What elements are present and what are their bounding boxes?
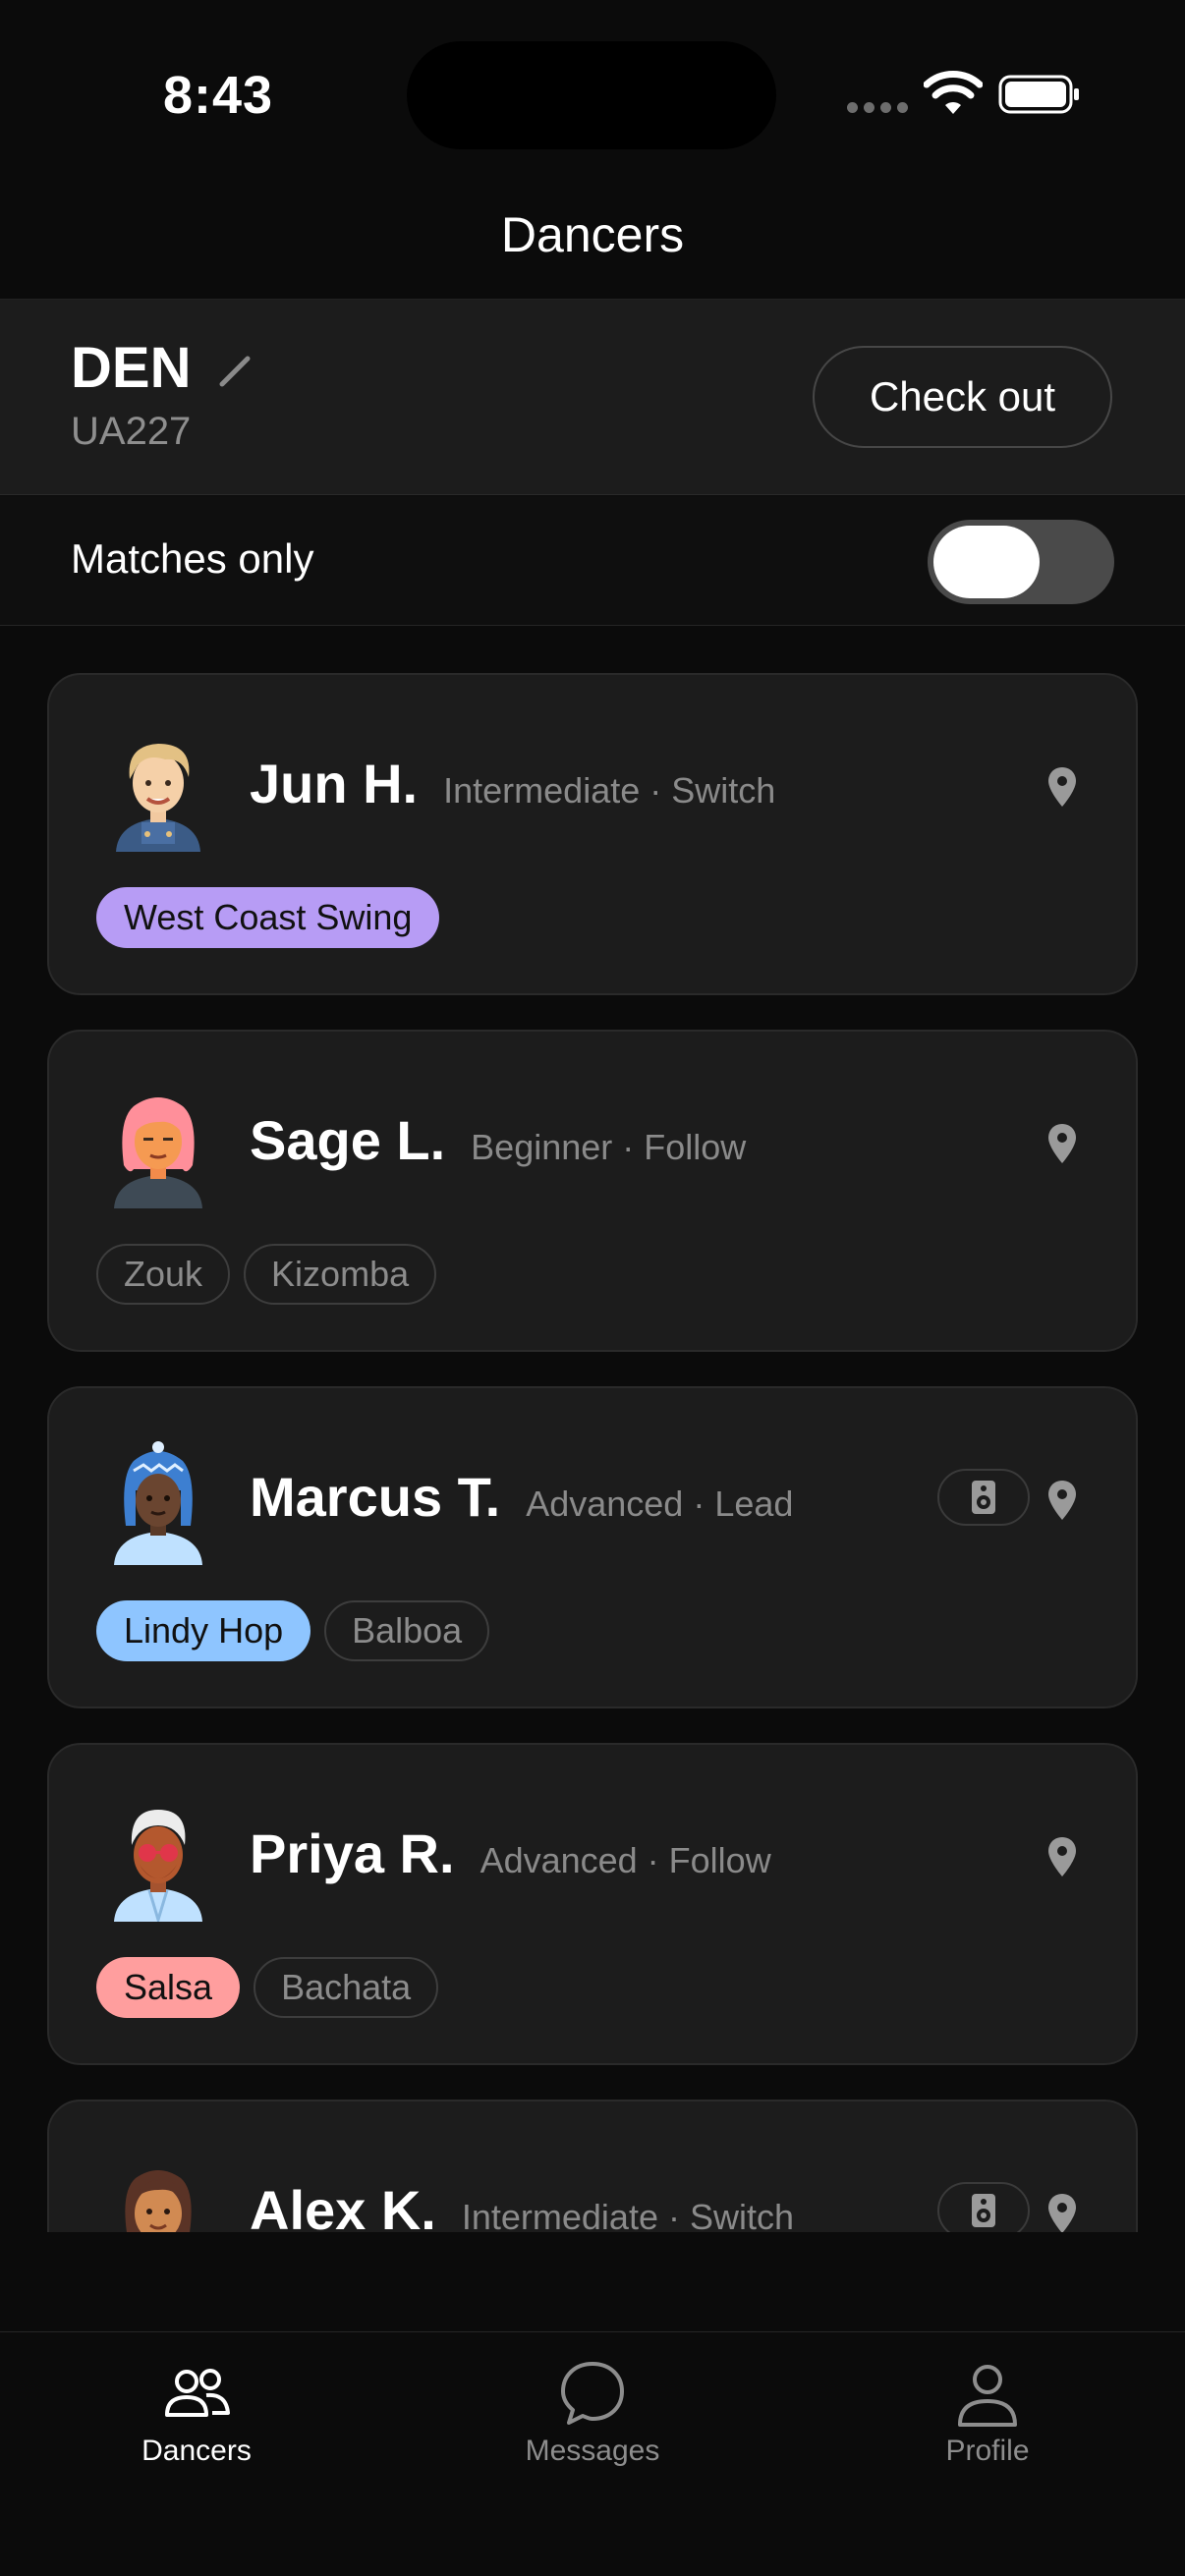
dance-style-tag: Zouk [96,1244,231,1305]
trip-header: DEN UA227 Check out [0,299,1185,495]
dancer-level-role: Beginner · Follow [471,1127,747,1167]
dance-style-tag: West Coast Swing [96,887,440,948]
toggle-knob [933,526,1040,598]
dancer-avatar [114,1441,202,1565]
dance-style-tags: Lindy Hop Balboa [96,1600,490,1661]
person-icon [958,2365,1017,2427]
status-bar: 8:43 [0,0,1185,187]
people-icon [165,2369,230,2417]
airport-code: DEN [71,336,192,400]
dancer-card[interactable]: Priya R. Advanced · Follow Salsa Bachata [47,1743,1138,2065]
dancer-name: Sage L. [250,1109,446,1171]
wifi-icon [924,71,983,114]
speaker-icon [972,1481,995,1514]
dance-style-tags: Salsa Bachata [96,1957,439,2018]
dancer-card[interactable]: Sage L. Beginner · Follow Zouk Kizomba [47,1030,1138,1352]
pencil-edit-icon[interactable] [214,349,257,392]
battery-icon [998,75,1079,114]
dancer-card[interactable]: Marcus T. Advanced · Lead Lindy Hop Balb… [47,1386,1138,1708]
dance-style-tag: Bachata [254,1957,439,2018]
dancer-name: Priya R. [250,1822,455,1884]
tab-bar: Dancers Messages Profile [0,2331,1185,2576]
location-pin-icon[interactable] [1045,2192,1079,2232]
dance-style-tags: West Coast Swing [96,887,440,948]
location-pin-icon[interactable] [1045,1122,1079,1165]
dynamic-island [407,41,776,149]
dancer-card[interactable]: Jun H. Intermediate · Switch West Coast … [47,673,1138,995]
dancer-name: Jun H. [250,753,419,814]
chat-bubble-icon [561,2362,624,2425]
dancer-avatar [114,1810,202,1922]
page-title: Dancers [500,207,685,262]
dance-style-tag: Lindy Hop [96,1600,311,1661]
matches-filter-row: Matches only [0,496,1185,626]
dance-style-tag: Kizomba [244,1244,437,1305]
tab-messages[interactable]: Messages [475,2354,710,2468]
dancer-card[interactable]: Alex K. Intermediate · Switch [47,2100,1138,2232]
check-out-button[interactable]: Check out [813,346,1112,448]
dancer-avatar [116,744,200,852]
speaker-badge[interactable] [937,1469,1030,1526]
dancer-avatar [125,2170,192,2232]
tab-label: Messages [525,2435,660,2467]
tab-label: Dancers [141,2435,252,2467]
dance-style-tags: Zouk Kizomba [96,1244,437,1305]
location-pin-icon[interactable] [1045,1835,1079,1878]
matches-only-toggle[interactable] [928,520,1114,604]
dancer-list[interactable]: Jun H. Intermediate · Switch West Coast … [0,626,1185,2232]
tab-label: Profile [945,2435,1030,2467]
location-pin-icon[interactable] [1045,1479,1079,1522]
matches-only-label: Matches only [71,535,314,582]
tab-profile[interactable]: Profile [870,2354,1105,2468]
dancer-name: Marcus T. [250,1466,501,1528]
dancer-avatar [114,1097,202,1208]
dancer-level-role: Intermediate · Switch [443,770,776,811]
dance-style-tag: Balboa [324,1600,490,1661]
dancer-name: Alex K. [250,2179,436,2232]
flight-number: UA227 [71,410,192,453]
dancer-level-role: Advanced · Lead [526,1484,794,1524]
location-pin-icon[interactable] [1045,765,1079,809]
cellular-signal-icon [847,102,908,113]
status-time: 8:43 [163,66,274,125]
speaker-icon [972,2194,995,2227]
speaker-badge[interactable] [937,2182,1030,2232]
tab-dancers[interactable]: Dancers [79,2354,314,2468]
dancer-level-role: Advanced · Follow [480,1840,771,1880]
dance-style-tag: Salsa [96,1957,241,2018]
dancer-level-role: Intermediate · Switch [461,2197,794,2232]
